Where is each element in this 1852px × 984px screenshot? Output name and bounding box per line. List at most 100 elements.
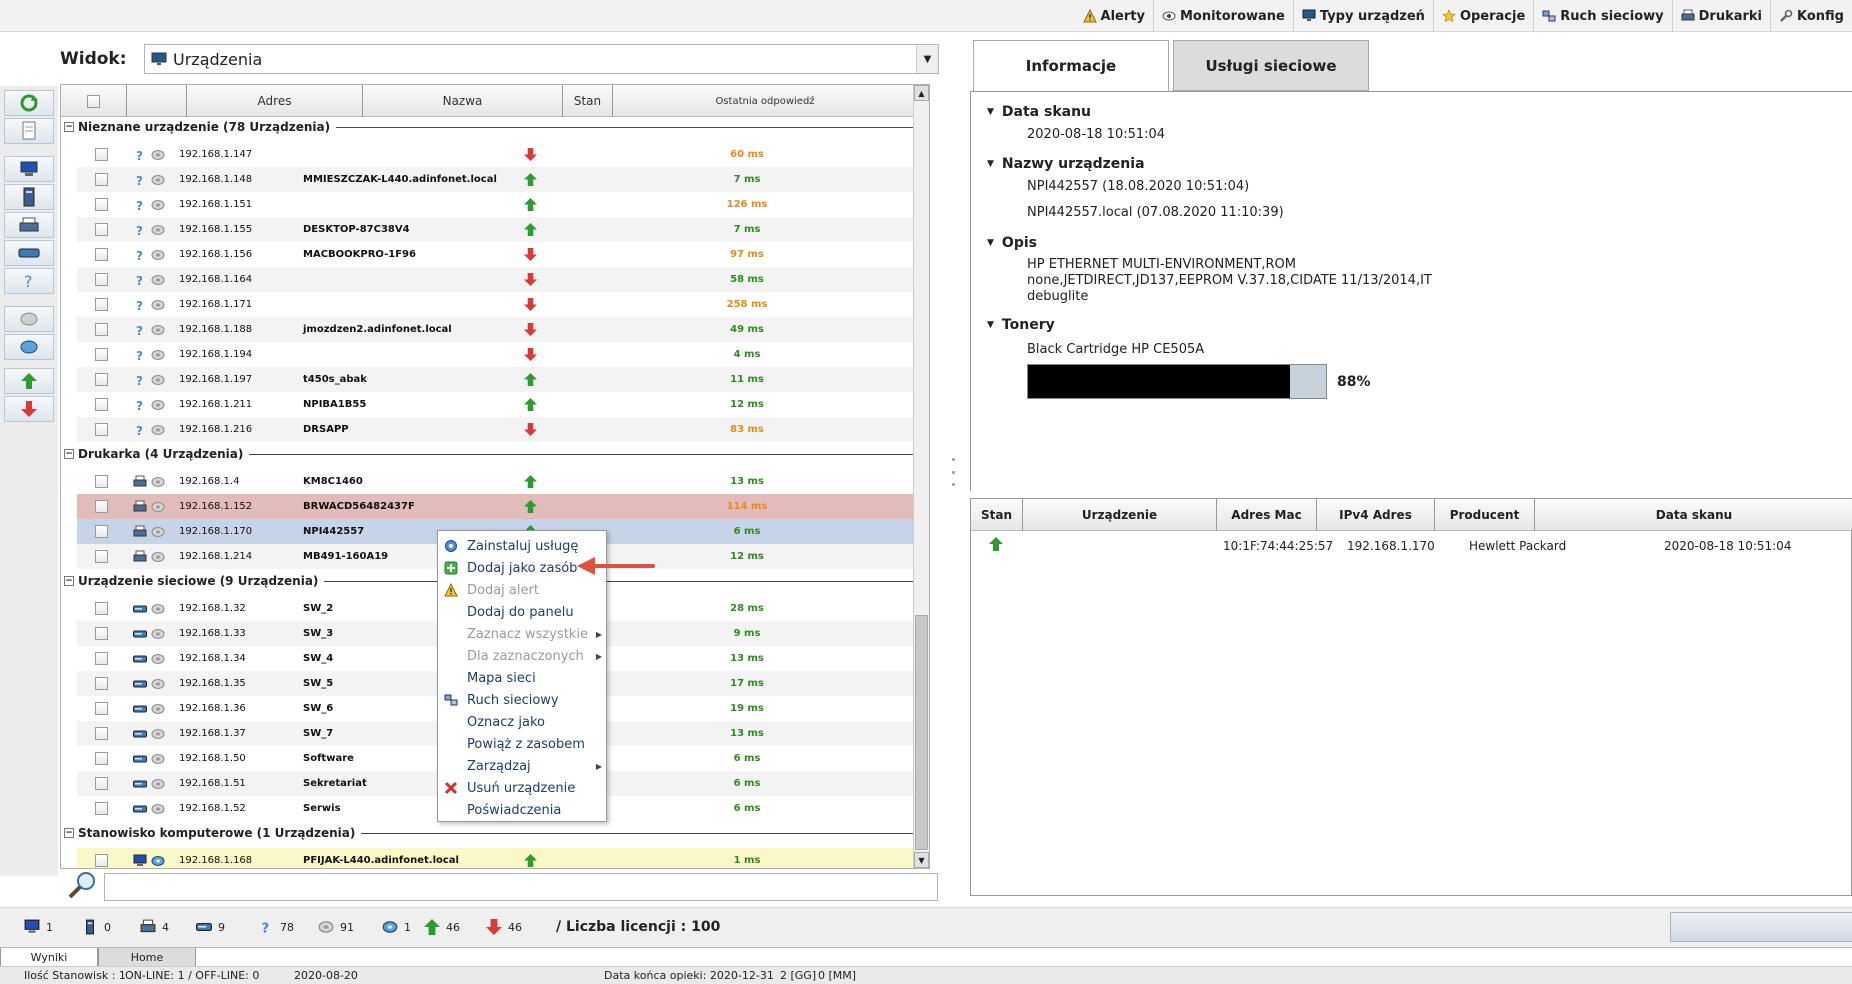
table-row[interactable]: ? 192.168.1.197 t450s_abak 11 ms: [77, 367, 917, 392]
context-menu-item[interactable]: Oznacz jako: [438, 711, 606, 733]
stat-item[interactable]: 1: [24, 915, 53, 939]
view-select[interactable]: Urządzenia ▼: [144, 44, 939, 74]
table-row[interactable]: ? 192.168.1.147 60 ms: [77, 142, 917, 167]
row-checkbox[interactable]: [95, 652, 108, 665]
grid-scrollbar[interactable]: ▲ ▼: [913, 85, 929, 868]
history-col-ipv4[interactable]: IPv4 Adres: [1317, 499, 1435, 531]
status-column-header[interactable]: Stan: [563, 85, 613, 117]
table-row[interactable]: ? 192.168.1.151 126 ms: [77, 192, 917, 217]
table-row[interactable]: ? 192.168.1.155 DESKTOP-87C38V4 7 ms: [77, 217, 917, 242]
row-checkbox[interactable]: [95, 475, 108, 488]
filter-up-button[interactable]: [4, 368, 54, 394]
context-menu-item[interactable]: Dla zaznaczonych ▶: [438, 645, 606, 667]
history-col-mac[interactable]: Adres Mac: [1217, 499, 1317, 531]
collapse-group-icon[interactable]: −: [64, 828, 74, 838]
row-checkbox[interactable]: [95, 677, 108, 690]
table-row[interactable]: 192.168.1.4 KM8C1460 13 ms: [77, 469, 917, 494]
top-menu-item[interactable]: Drukarki: [1673, 0, 1772, 32]
context-menu-item[interactable]: Powiąż z zasobem: [438, 733, 606, 755]
collapse-group-icon[interactable]: −: [64, 449, 74, 459]
stats-right-button[interactable]: [1670, 912, 1852, 942]
stat-item[interactable]: 0: [82, 915, 111, 939]
chevron-down-icon[interactable]: ▼: [916, 45, 938, 73]
filter-switches-button[interactable]: [4, 240, 54, 266]
scroll-down-icon[interactable]: ▼: [914, 852, 929, 868]
row-checkbox[interactable]: [95, 273, 108, 286]
row-checkbox[interactable]: [95, 348, 108, 361]
history-col-status[interactable]: Stan: [971, 499, 1023, 531]
context-menu-item[interactable]: Dodaj do panelu: [438, 601, 606, 623]
tab-wyniki[interactable]: Wyniki: [0, 948, 98, 967]
row-checkbox[interactable]: [95, 752, 108, 765]
scroll-up-icon[interactable]: ▲: [914, 85, 929, 101]
top-menu-item[interactable]: Alerty: [1075, 0, 1154, 32]
context-menu-item[interactable]: Zainstaluj usługę: [438, 535, 606, 557]
row-checkbox[interactable]: [95, 148, 108, 161]
stat-item[interactable]: 46: [424, 915, 460, 939]
filter-servers-button[interactable]: [4, 184, 54, 210]
row-checkbox[interactable]: [95, 602, 108, 615]
tab-home[interactable]: Home: [98, 948, 196, 967]
collapse-group-icon[interactable]: −: [64, 122, 74, 132]
row-checkbox[interactable]: [95, 223, 108, 236]
row-checkbox[interactable]: [95, 627, 108, 640]
top-menu-item[interactable]: Typy urządzeń: [1294, 0, 1434, 32]
search-icon[interactable]: [66, 870, 100, 903]
context-menu-item[interactable]: Poświadczenia: [438, 799, 606, 821]
filter-unknown-button[interactable]: ?: [4, 268, 54, 294]
table-row[interactable]: ? 192.168.1.194 4 ms: [77, 342, 917, 367]
row-checkbox[interactable]: [95, 298, 108, 311]
history-col-producer[interactable]: Producent: [1435, 499, 1535, 531]
section-scan-date[interactable]: ▼ Data skanu: [987, 104, 1091, 120]
filter-blue-button[interactable]: [4, 334, 54, 360]
address-column-header[interactable]: Adres: [187, 85, 363, 117]
group-header[interactable]: − Drukarka (4 Urządzenia): [61, 442, 917, 466]
select-all-checkbox[interactable]: [87, 94, 100, 108]
tab-uslugi-sieciowe[interactable]: Usługi sieciowe: [1173, 40, 1369, 91]
top-menu-item[interactable]: Operacje: [1434, 0, 1535, 32]
collapse-group-icon[interactable]: −: [64, 576, 74, 586]
stat-item[interactable]: 46: [486, 915, 522, 939]
row-checkbox[interactable]: [95, 854, 108, 867]
scroll-thumb[interactable]: [915, 615, 928, 850]
table-row[interactable]: ? 192.168.1.164 58 ms: [77, 267, 917, 292]
table-row[interactable]: 192.168.1.168 PFIJAK-L440.adinfonet.local…: [77, 848, 917, 868]
last-response-column-header[interactable]: Ostatnia odpowiedź: [613, 85, 917, 117]
row-checkbox[interactable]: [95, 727, 108, 740]
stat-item[interactable]: 4: [140, 915, 169, 939]
table-row[interactable]: ? 192.168.1.188 jmozdzen2.adinfonet.local 4…: [77, 317, 917, 342]
row-checkbox[interactable]: [95, 373, 108, 386]
table-row[interactable]: ? 192.168.1.211 NPIBA1B55 12 ms: [77, 392, 917, 417]
context-menu-item[interactable]: Zaznacz wszystkie ▶: [438, 623, 606, 645]
context-menu-item[interactable]: Zarządzaj ▶: [438, 755, 606, 777]
row-checkbox[interactable]: [95, 323, 108, 336]
row-checkbox[interactable]: [95, 777, 108, 790]
stat-item[interactable]: 1: [382, 915, 411, 939]
context-menu-item[interactable]: Ruch sieciowy: [438, 689, 606, 711]
row-checkbox[interactable]: [95, 802, 108, 815]
section-device-names[interactable]: ▼ Nazwy urządzenia: [987, 156, 1145, 172]
tab-informacje[interactable]: Informacje: [973, 40, 1169, 91]
row-checkbox[interactable]: [95, 398, 108, 411]
report-button[interactable]: [4, 118, 54, 144]
name-column-header[interactable]: Nazwa: [363, 85, 563, 117]
table-row[interactable]: ? 192.168.1.216 DRSAPP 83 ms: [77, 417, 917, 442]
row-checkbox[interactable]: [95, 550, 108, 563]
section-toners[interactable]: ▼ Tonery: [987, 317, 1055, 333]
context-menu-item[interactable]: Mapa sieci: [438, 667, 606, 689]
table-row[interactable]: ? 192.168.1.148 MMIESZCZAK-L440.adinfonet.…: [77, 167, 917, 192]
table-row[interactable]: ? 192.168.1.156 MACBOOKPRO-1F96 97 ms: [77, 242, 917, 267]
group-header[interactable]: − Nieznane urządzenie (78 Urządzenia): [61, 115, 917, 139]
search-input[interactable]: [104, 873, 938, 901]
stat-item[interactable]: 9: [196, 915, 225, 939]
row-checkbox[interactable]: [95, 423, 108, 436]
stat-item[interactable]: ? 78: [258, 915, 294, 939]
top-menu-item[interactable]: Monitorowane: [1154, 0, 1294, 32]
table-row[interactable]: ? 192.168.1.171 258 ms: [77, 292, 917, 317]
stat-item[interactable]: 91: [318, 915, 354, 939]
group-header[interactable]: − Stanowisko komputerowe (1 Urządzenia): [61, 821, 917, 845]
filter-gray-button[interactable]: [4, 306, 54, 332]
row-checkbox[interactable]: [95, 198, 108, 211]
refresh-button[interactable]: [4, 90, 54, 116]
filter-computers-button[interactable]: [4, 156, 54, 182]
